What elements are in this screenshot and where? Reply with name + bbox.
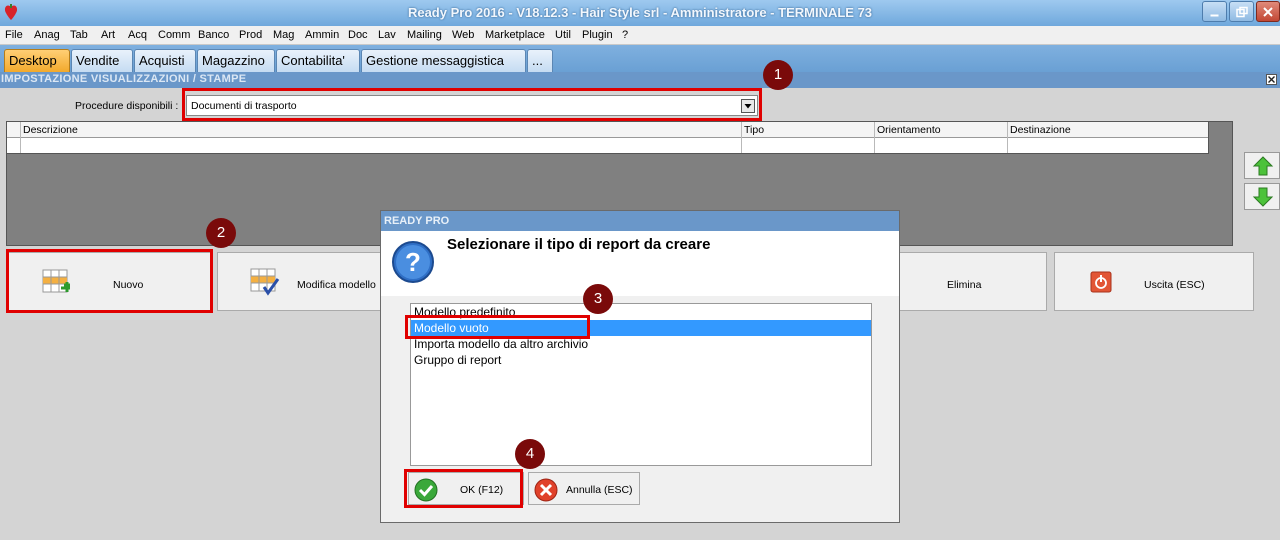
- edit-template-button[interactable]: Modifica modello: [217, 252, 382, 311]
- procedure-label: Procedure disponibili :: [75, 100, 179, 112]
- question-icon: ?: [392, 241, 434, 283]
- tab-acquisti[interactable]: Acquisti: [134, 49, 196, 72]
- menu-util[interactable]: Util: [555, 29, 571, 41]
- restore-button[interactable]: [1229, 1, 1254, 22]
- arrow-up-icon: [1252, 156, 1274, 176]
- menu-banco[interactable]: Banco: [198, 29, 229, 41]
- tab-contabilita[interactable]: Contabilita': [276, 49, 360, 72]
- edit-template-icon: [250, 268, 280, 296]
- step-badge-2: 2: [206, 218, 236, 248]
- grid-divider: [20, 122, 21, 153]
- dialog-title: READY PRO: [384, 215, 450, 227]
- tab-vendite[interactable]: Vendite: [71, 49, 133, 72]
- column-header-descrizione[interactable]: Descrizione: [23, 124, 78, 136]
- dialog-header: ? Selezionare il tipo di report da crear…: [381, 231, 899, 296]
- section-title: IMPOSTAZIONE VISUALIZZAZIONI / STAMPE: [1, 73, 247, 85]
- title-bar: Ready Pro 2016 - V18.12.3 - Hair Style s…: [0, 0, 1280, 26]
- highlight-box-2: [6, 249, 213, 313]
- tab-gestione-messaggistica[interactable]: Gestione messaggistica: [361, 49, 526, 72]
- tab-more[interactable]: ...: [527, 49, 553, 72]
- exit-label: Uscita (ESC): [1144, 279, 1205, 291]
- highlight-box-3: [405, 315, 590, 339]
- close-window-button[interactable]: [1256, 1, 1280, 22]
- menu-doc[interactable]: Doc: [348, 29, 368, 41]
- report-grid[interactable]: Descrizione Tipo Orientamento Destinazio…: [6, 121, 1209, 154]
- minimize-button[interactable]: [1202, 1, 1227, 22]
- grid-divider: [874, 122, 875, 153]
- column-header-orientamento[interactable]: Orientamento: [877, 124, 941, 136]
- close-icon: [1263, 6, 1273, 17]
- highlight-box-1: [182, 88, 762, 121]
- tab-desktop[interactable]: Desktop: [4, 49, 70, 72]
- menu-anag[interactable]: Anag: [34, 29, 60, 41]
- exit-button[interactable]: Uscita (ESC): [1054, 252, 1254, 311]
- move-down-button[interactable]: [1244, 183, 1280, 210]
- menu-mailing[interactable]: Mailing: [407, 29, 442, 41]
- menu-tab[interactable]: Tab: [70, 29, 88, 41]
- step-badge-1: 1: [763, 60, 793, 90]
- menu-mag[interactable]: Mag: [273, 29, 294, 41]
- highlight-box-4: [404, 469, 523, 508]
- menu-plugin[interactable]: Plugin: [582, 29, 613, 41]
- menu-art[interactable]: Art: [101, 29, 115, 41]
- step-badge-4: 4: [515, 439, 545, 469]
- edit-template-label: Modifica modello: [297, 279, 376, 291]
- arrow-down-icon: [1252, 187, 1274, 207]
- dialog-heading: Selezionare il tipo di report da creare: [447, 236, 711, 253]
- cancel-label: Annulla (ESC): [566, 484, 633, 496]
- move-up-button[interactable]: [1244, 152, 1280, 179]
- section-header: IMPOSTAZIONE VISUALIZZAZIONI / STAMPE: [0, 72, 1280, 88]
- menu-bar: File Anag Tab Art Acq Comm Banco Prod Ma…: [0, 26, 1280, 45]
- menu-comm[interactable]: Comm: [158, 29, 190, 41]
- grid-divider: [741, 122, 742, 153]
- menu-web[interactable]: Web: [452, 29, 474, 41]
- menu-prod[interactable]: Prod: [239, 29, 262, 41]
- grid-divider: [1007, 122, 1008, 153]
- cancel-icon: [534, 478, 558, 502]
- menu-lav[interactable]: Lav: [378, 29, 396, 41]
- step-badge-3: 3: [583, 284, 613, 314]
- menu-marketplace[interactable]: Marketplace: [485, 29, 545, 41]
- column-header-destinazione[interactable]: Destinazione: [1010, 124, 1071, 136]
- dialog-title-bar: READY PRO: [381, 211, 899, 231]
- tab-strip: Desktop Vendite Acquisti Magazzino Conta…: [0, 45, 1280, 72]
- option-gruppo-di-report[interactable]: Gruppo di report: [411, 352, 871, 368]
- column-header-tipo[interactable]: Tipo: [744, 124, 764, 136]
- restore-icon: [1235, 6, 1248, 17]
- close-icon: [1268, 76, 1275, 83]
- menu-file[interactable]: File: [5, 29, 23, 41]
- section-close-button[interactable]: [1266, 74, 1277, 85]
- minimize-icon: [1210, 14, 1218, 16]
- cancel-button[interactable]: Annulla (ESC): [528, 472, 640, 505]
- svg-text:?: ?: [405, 247, 421, 277]
- menu-help[interactable]: ?: [622, 29, 628, 41]
- delete-button[interactable]: Elimina: [892, 252, 1047, 311]
- window-title: Ready Pro 2016 - V18.12.3 - Hair Style s…: [407, 5, 873, 20]
- power-icon: [1090, 271, 1112, 293]
- menu-ammin[interactable]: Ammin: [305, 29, 339, 41]
- menu-acq[interactable]: Acq: [128, 29, 147, 41]
- delete-label: Elimina: [947, 279, 982, 291]
- tab-magazzino[interactable]: Magazzino: [197, 49, 275, 72]
